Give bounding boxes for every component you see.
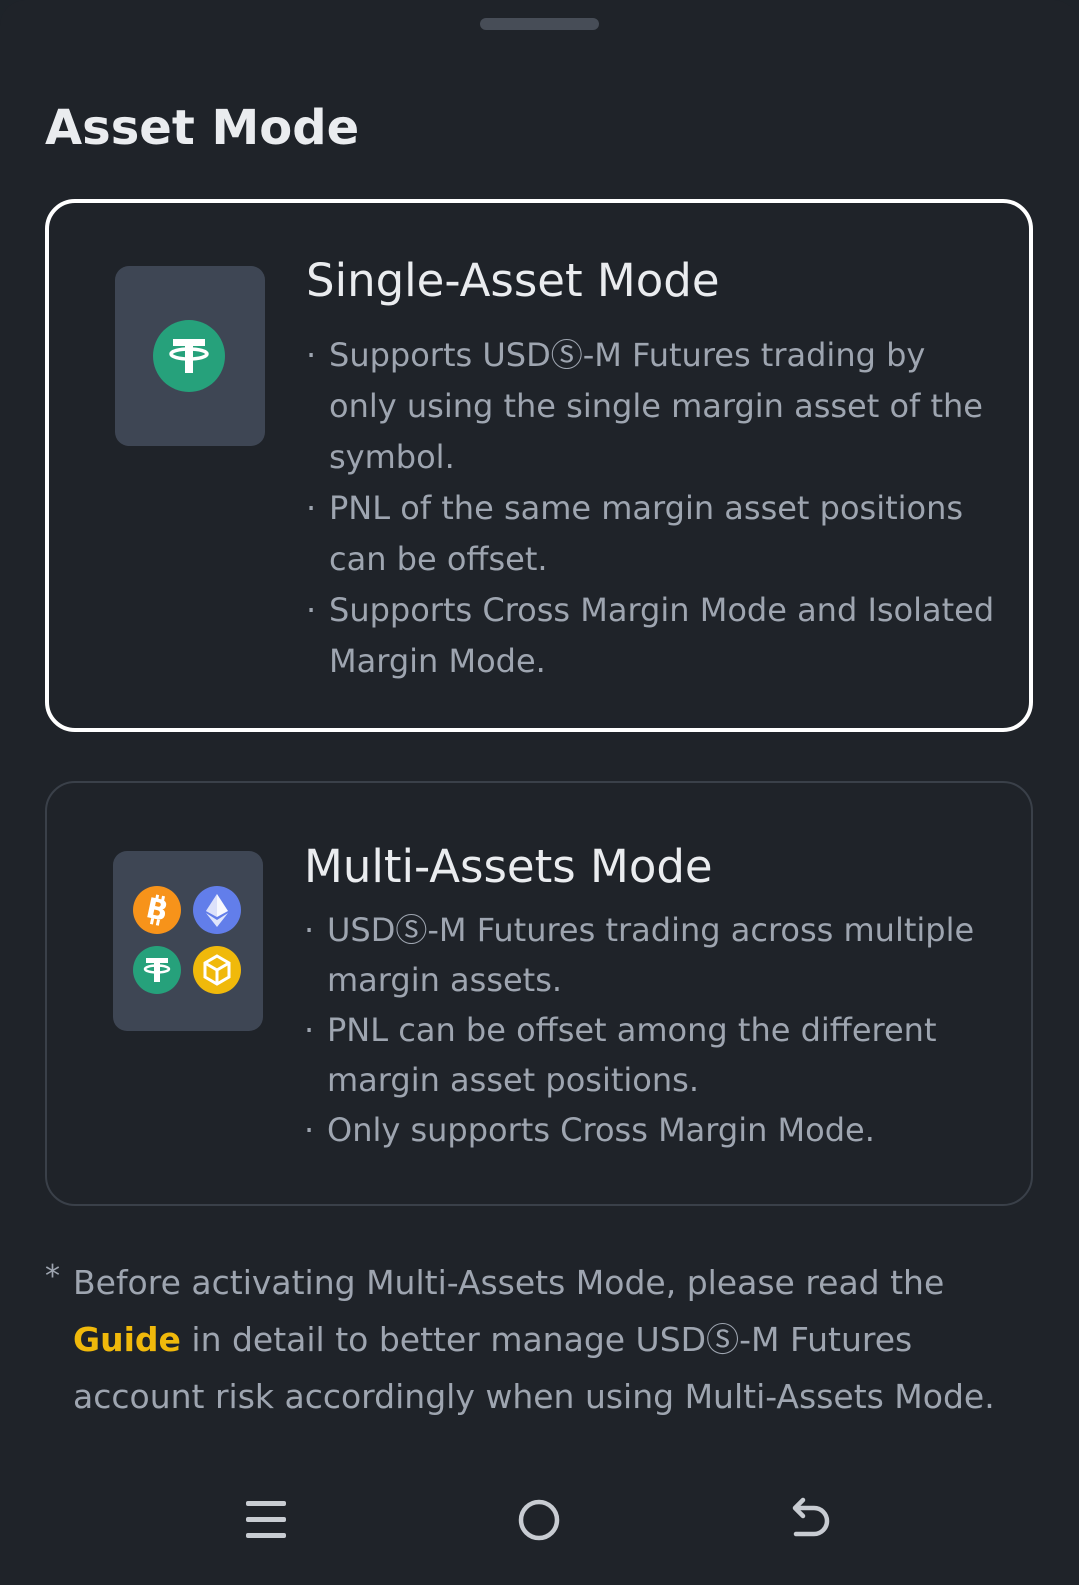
note-text: Before activating Multi-Assets Mode, ple… — [45, 1254, 1035, 1425]
back-icon — [792, 1497, 830, 1537]
usdt-icon — [153, 320, 225, 392]
bullet-item: USDⓈ-M Futures trading across multiple m… — [304, 905, 1001, 1005]
menu-icon — [246, 1501, 286, 1538]
btc-icon: B — [133, 886, 181, 934]
bullet-item: Only supports Cross Margin Mode. — [304, 1105, 1001, 1155]
back-button[interactable] — [770, 1480, 850, 1560]
multi-assets-icon-tile: B — [113, 851, 263, 1031]
bullet-item: Supports USDⓈ-M Futures trading by only … — [306, 330, 999, 483]
eth-icon — [193, 886, 241, 934]
guide-link[interactable]: Guide — [73, 1320, 181, 1359]
usdt-icon — [133, 946, 181, 994]
single-asset-icon-tile — [115, 266, 265, 446]
single-asset-mode-card[interactable]: Single-Asset Mode Supports USDⓈ-M Future… — [45, 199, 1033, 732]
system-navigation-bar — [0, 1470, 1079, 1580]
bullet-item: PNL can be offset among the different ma… — [304, 1005, 1001, 1105]
bullet-item: PNL of the same margin asset positions c… — [306, 483, 999, 585]
drag-handle[interactable] — [480, 18, 599, 30]
home-button[interactable] — [499, 1480, 579, 1560]
single-asset-mode-bullets: Supports USDⓈ-M Futures trading by only … — [306, 330, 999, 687]
menu-button[interactable] — [226, 1480, 306, 1560]
home-icon — [518, 1499, 560, 1541]
multi-assets-mode-bullets: USDⓈ-M Futures trading across multiple m… — [304, 905, 1001, 1155]
note-text-before: Before activating Multi-Assets Mode, ple… — [73, 1263, 945, 1302]
note-text-after: in detail to better manage USDⓈ-M Future… — [73, 1320, 995, 1416]
multi-assets-note: * Before activating Multi-Assets Mode, p… — [45, 1254, 1035, 1425]
bnb-icon — [193, 946, 241, 994]
asset-mode-sheet: Asset Mode Single-Asset Mode Supports US… — [0, 0, 1079, 1585]
sheet-title: Asset Mode — [45, 100, 360, 156]
single-asset-mode-title: Single-Asset Mode — [306, 254, 720, 307]
multi-assets-mode-title: Multi-Assets Mode — [304, 840, 713, 893]
note-marker: * — [45, 1259, 60, 1294]
bullet-item: Supports Cross Margin Mode and Isolated … — [306, 585, 999, 687]
multi-assets-mode-card[interactable]: B Multi-Assets Mode · USDⓈ-M Futures tra… — [45, 781, 1033, 1206]
